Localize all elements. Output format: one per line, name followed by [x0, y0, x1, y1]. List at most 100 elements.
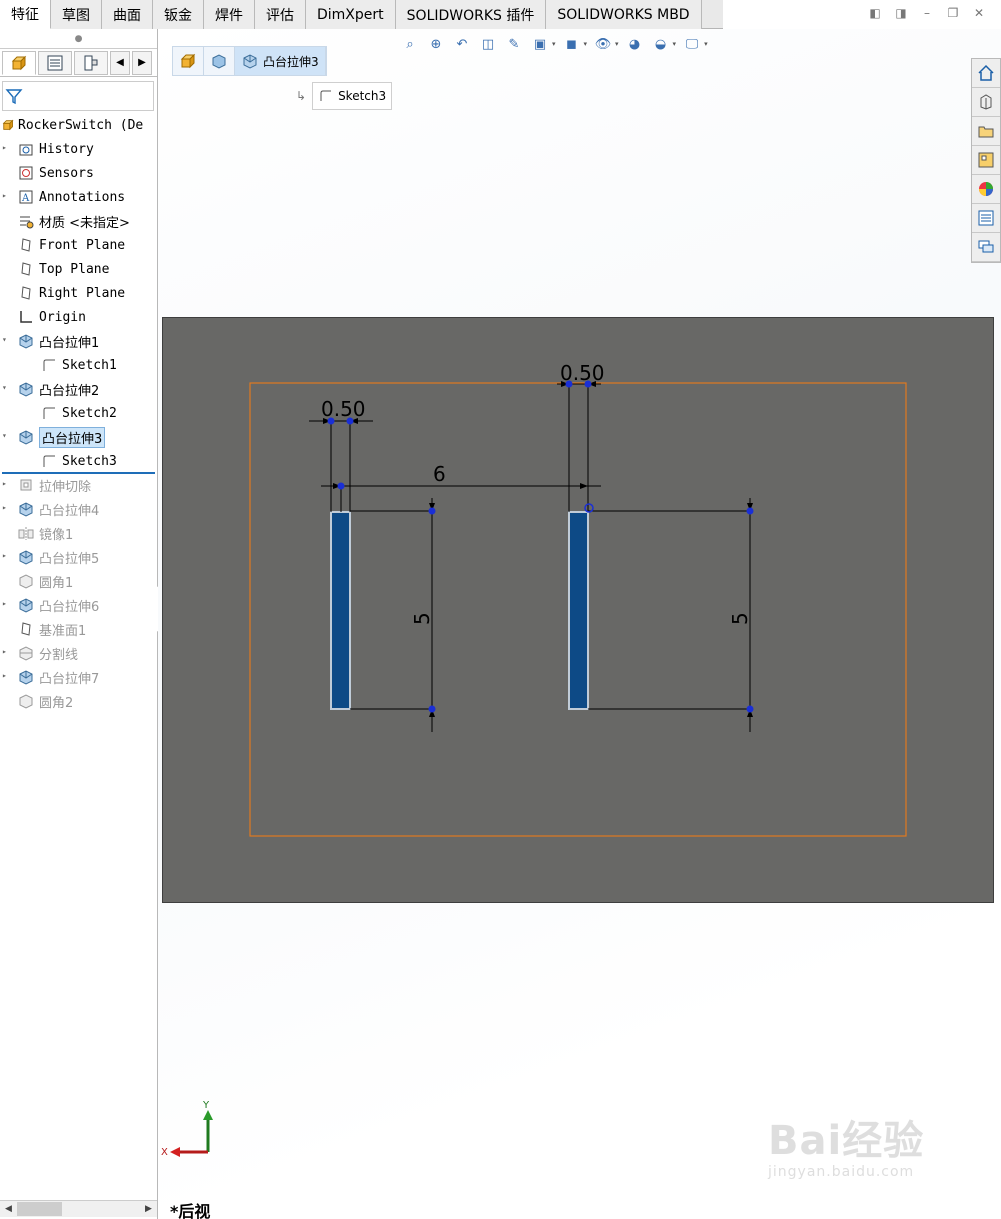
- panel-grip[interactable]: ●: [0, 29, 157, 49]
- close-icon[interactable]: ✕: [972, 6, 986, 20]
- folder-icon: [978, 126, 994, 138]
- tree-item-3[interactable]: 材质 <未指定>: [17, 210, 130, 232]
- breadcrumb: 凸台拉伸3: [172, 46, 327, 76]
- display-style-icon[interactable]: ◼: [562, 34, 582, 54]
- tree-item-11[interactable]: Sketch2: [40, 402, 117, 424]
- view-palette-tab[interactable]: [972, 146, 1000, 175]
- minimize-icon[interactable]: –: [920, 6, 934, 20]
- breadcrumb-part[interactable]: [173, 47, 204, 75]
- ribbon-tab-4[interactable]: 焊件: [204, 0, 255, 29]
- tree-root-part[interactable]: RockerSwitch (De: [2, 114, 143, 136]
- ribbon-tab-2[interactable]: 曲面: [102, 0, 153, 29]
- panel-tab-next-button[interactable]: ▶: [132, 50, 152, 75]
- zoom-to-fit-icon[interactable]: ⌕: [400, 34, 420, 54]
- tree-item-15[interactable]: 凸台拉伸4: [17, 498, 99, 520]
- tree-item-label: Sketch3: [62, 453, 117, 469]
- view-settings-icon[interactable]: 🖵: [682, 34, 702, 54]
- expand-toggle-icon[interactable]: ▸: [2, 551, 12, 560]
- appearances-tab[interactable]: [972, 175, 1000, 204]
- boss-extrude-icon: [17, 668, 35, 686]
- plane-icon: [17, 260, 35, 278]
- maximize-icon[interactable]: ❐: [946, 6, 960, 20]
- tree-item-19[interactable]: 凸台拉伸6: [17, 594, 99, 616]
- tree-item-22[interactable]: 凸台拉伸7: [17, 666, 99, 688]
- ribbon-tab-1[interactable]: 草图: [51, 0, 102, 29]
- sketch-drawing[interactable]: 0.50 0.50 6 5 5: [163, 318, 995, 904]
- forum-tab[interactable]: [972, 233, 1000, 262]
- apply-scene-icon[interactable]: ◒: [651, 34, 671, 54]
- ribbon-tab-8[interactable]: SOLIDWORKS MBD: [546, 0, 702, 29]
- tree-item-2[interactable]: A Annotations: [17, 186, 125, 208]
- expand-toggle-icon[interactable]: ▾: [2, 431, 12, 440]
- solidworks-resources-tab[interactable]: [972, 59, 1000, 88]
- scroll-left-button[interactable]: ◀: [0, 1201, 17, 1218]
- tree-item-17[interactable]: 凸台拉伸5: [17, 546, 99, 568]
- tree-item-18[interactable]: 圆角1: [17, 570, 73, 592]
- rollback-bar[interactable]: [2, 472, 155, 474]
- mirror-icon: [17, 524, 35, 542]
- scroll-right-button[interactable]: ▶: [140, 1201, 157, 1218]
- previous-view-icon[interactable]: ↶: [452, 34, 472, 54]
- expand-toggle-icon[interactable]: ▸: [2, 143, 12, 152]
- sketch-points[interactable]: [327, 380, 754, 713]
- expand-toggle-icon[interactable]: ▾: [2, 335, 12, 344]
- property-manager-tab[interactable]: [38, 50, 72, 75]
- tree-item-23[interactable]: 圆角2: [17, 690, 73, 712]
- dynamic-annotation-icon[interactable]: ✎: [504, 34, 524, 54]
- expand-toggle-icon[interactable]: ▸: [2, 647, 12, 656]
- sketch-rectangle-left[interactable]: [330, 511, 351, 710]
- design-library-tab[interactable]: [972, 88, 1000, 117]
- tree-item-0[interactable]: History: [17, 138, 94, 160]
- feature-manager-tab[interactable]: [2, 50, 36, 75]
- tree-item-20[interactable]: 基准面1: [17, 618, 86, 640]
- restore-right-icon[interactable]: ◨: [894, 6, 908, 20]
- tree-item-5[interactable]: Top Plane: [17, 258, 109, 280]
- tree-horizontal-scrollbar[interactable]: ◀ ▶: [0, 1200, 157, 1217]
- custom-properties-tab[interactable]: [972, 204, 1000, 233]
- breadcrumb-body[interactable]: [204, 47, 235, 75]
- expand-toggle-icon[interactable]: ▸: [2, 503, 12, 512]
- tree-item-14[interactable]: 拉伸切除: [17, 474, 91, 496]
- expand-toggle-icon[interactable]: ▸: [2, 671, 12, 680]
- tree-root-label: RockerSwitch (De: [18, 117, 144, 133]
- ribbon-tab-5[interactable]: 评估: [255, 0, 306, 29]
- restore-left-icon[interactable]: ◧: [868, 6, 882, 20]
- tree-item-4[interactable]: Front Plane: [17, 234, 125, 256]
- tree-item-9[interactable]: Sketch1: [40, 354, 117, 376]
- scroll-thumb[interactable]: [17, 1202, 62, 1216]
- ribbon-tab-0[interactable]: 特征: [0, 0, 51, 29]
- hide-show-icon[interactable]: 👁: [593, 34, 613, 54]
- tree-filter[interactable]: [2, 81, 154, 111]
- ribbon-tab-6[interactable]: DimXpert: [306, 0, 396, 29]
- tree-item-21[interactable]: 分割线: [17, 642, 78, 664]
- ribbon-tab-7[interactable]: SOLIDWORKS 插件: [395, 0, 547, 29]
- tree-item-12[interactable]: 凸台拉伸3: [17, 426, 106, 448]
- history-folder-icon: [17, 140, 35, 158]
- tree-item-6[interactable]: Right Plane: [17, 282, 125, 304]
- expand-toggle-icon[interactable]: ▸: [2, 191, 12, 200]
- zoom-to-area-icon[interactable]: ⊕: [426, 34, 446, 54]
- tree-item-10[interactable]: 凸台拉伸2: [17, 378, 99, 400]
- expand-toggle-icon[interactable]: ▸: [2, 479, 12, 488]
- expand-toggle-icon[interactable]: ▸: [2, 599, 12, 608]
- configuration-manager-tab[interactable]: [74, 50, 108, 75]
- watermark: Bai经验 jingyan.baidu.com: [768, 1108, 924, 1180]
- file-explorer-tab[interactable]: [972, 117, 1000, 146]
- tree-item-8[interactable]: 凸台拉伸1: [17, 330, 99, 352]
- ribbon-tab-3[interactable]: 钣金: [153, 0, 204, 29]
- tree-item-7[interactable]: Origin: [17, 306, 86, 328]
- breadcrumb-feature[interactable]: 凸台拉伸3: [235, 47, 326, 75]
- edit-appearance-icon[interactable]: ◕: [625, 34, 645, 54]
- view-orientation-icon[interactable]: ▣: [530, 34, 550, 54]
- panel-tab-prev-button[interactable]: ◀: [110, 50, 130, 75]
- tree-item-13[interactable]: Sketch3: [40, 450, 117, 472]
- tree-item-16[interactable]: 镜像1: [17, 522, 73, 544]
- plane-icon: [17, 620, 35, 638]
- tree-item-1[interactable]: Sensors: [17, 162, 94, 184]
- sketch-rectangle-right[interactable]: [568, 511, 589, 710]
- expand-toggle-icon[interactable]: ▾: [2, 383, 12, 392]
- breadcrumb-sketch[interactable]: Sketch3: [312, 82, 393, 110]
- heads-up-toolbar: ⌕ ⊕ ↶ ◫ ✎ ▣ ▾ ◼ ▾ 👁 ▾ ◕ ◒ ▾ 🖵 ▾: [400, 34, 707, 54]
- model-back-face[interactable]: 0.50 0.50 6 5 5: [162, 317, 994, 903]
- section-view-icon[interactable]: ◫: [478, 34, 498, 54]
